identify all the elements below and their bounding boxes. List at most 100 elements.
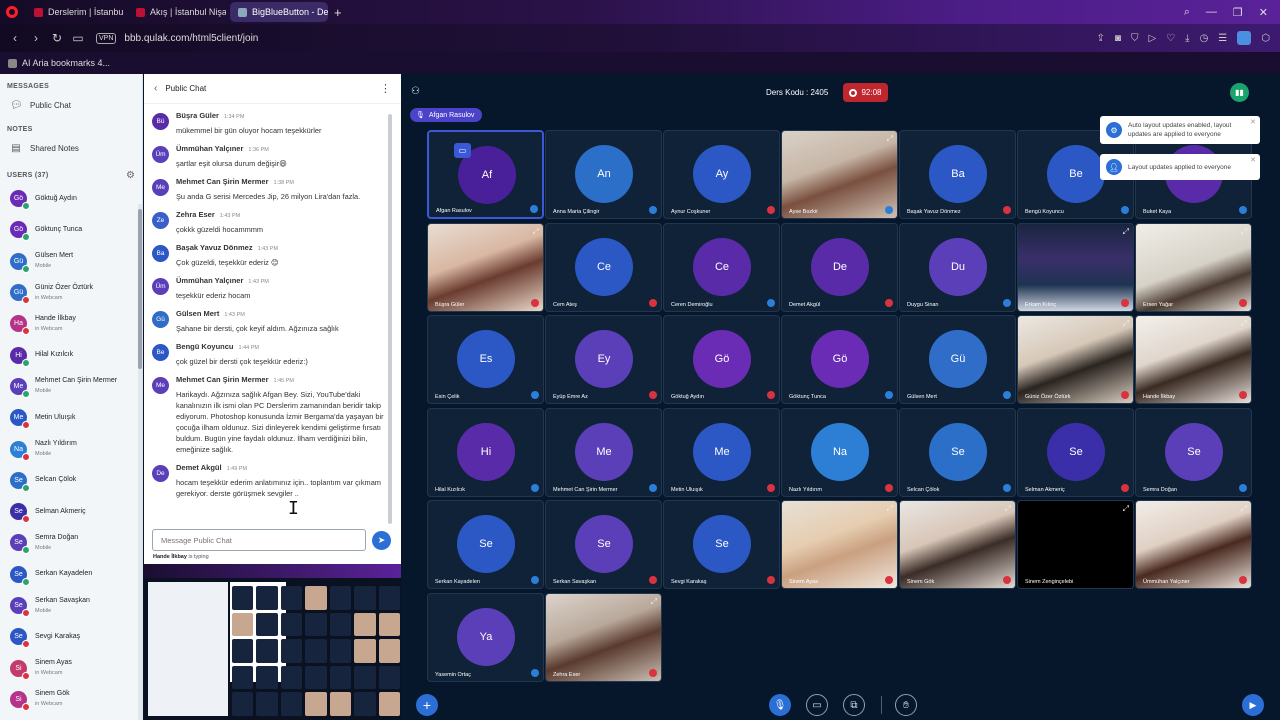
vpn-badge[interactable]: VPN (96, 32, 117, 44)
fullscreen-icon[interactable]: ⤢ (1005, 504, 1011, 514)
more-options-icon[interactable]: ⋮ (380, 82, 391, 95)
snapshot-icon[interactable]: ▭ (72, 31, 84, 45)
screenshare-button[interactable]: ⧉ (843, 694, 865, 716)
video-tile[interactable]: Ba Başak Yavuz Dönmez (899, 130, 1016, 219)
video-tile[interactable]: Af ▭ Afgan Rasulov (427, 130, 544, 219)
video-tile[interactable]: Ya Yasemin Ortaç (427, 592, 544, 682)
history-icon[interactable]: ◷ (1200, 33, 1209, 44)
maximize-icon[interactable]: ❐ (1233, 6, 1243, 19)
close-window-icon[interactable]: ✕ (1259, 6, 1268, 19)
chat-scrollbar[interactable] (388, 114, 392, 524)
user-list-item[interactable]: Gü Güniz Özer Öztürk in Webcam (0, 277, 142, 308)
public-chat-item[interactable]: 💬︎ Public Chat (0, 94, 142, 117)
video-tile[interactable]: Ey Eyüp Emre Az (545, 315, 662, 404)
fullscreen-icon[interactable]: ⤢ (1241, 227, 1247, 237)
video-tile[interactable]: Gö Göktunç Tunca (781, 315, 898, 404)
fullscreen-icon[interactable]: ⤢ (1241, 504, 1247, 514)
video-tile[interactable]: Ay Aynur Coşkuner (663, 130, 780, 219)
video-tile[interactable]: Se Selcan Çölok (899, 407, 1016, 497)
url-field[interactable]: bbb.qulak.com/html5client/join (124, 33, 258, 44)
user-list-item[interactable]: Na Nazlı Yıldırım Mobile (0, 433, 142, 464)
video-tile[interactable]: Gü Gülsen Mert (899, 315, 1016, 404)
video-tile[interactable]: Se Sevgi Karakaş (663, 500, 780, 589)
fullscreen-icon[interactable]: ⤢ (533, 227, 539, 237)
video-tile[interactable]: Se Serkan Savaşkan (545, 500, 662, 589)
video-tile[interactable]: An Anna Maria Çilingir (545, 130, 662, 219)
video-tile[interactable]: Se Semra Doğan (1135, 407, 1252, 497)
download-icon[interactable]: ⤓ (1185, 33, 1189, 44)
search-icon[interactable]: ⌕ (1184, 6, 1190, 19)
fullscreen-icon[interactable]: ⤢ (1123, 227, 1129, 237)
video-tile[interactable]: ⤢ Zehra Eser (545, 592, 662, 682)
user-list-item[interactable]: Se Selcan Çölok (0, 465, 142, 496)
user-list-item[interactable]: Gö Göktuğ Aydın (0, 183, 142, 214)
bookmark-item[interactable]: AI Aria bookmarks 4... (22, 58, 110, 68)
reload-icon[interactable]: ↻ (51, 31, 63, 45)
user-list-toggle-icon[interactable]: ⚇ (411, 86, 420, 97)
video-tile[interactable]: Se Serkan Kayadelen (427, 500, 544, 589)
video-tile[interactable]: Gö Göktuğ Aydın (663, 315, 780, 404)
shared-notes-item[interactable]: ▤ Shared Notes (0, 137, 142, 160)
mute-button[interactable]: 🎙︎ (769, 694, 791, 716)
webcam-button[interactable]: ▭ (806, 694, 828, 716)
video-tile[interactable]: Es Esin Çelik (427, 315, 544, 404)
tab-derslerim[interactable]: Derslerim | İstanbul Nişant... (26, 2, 124, 22)
user-list-item[interactable]: Se Sevgi Karakaş (0, 621, 142, 652)
opera-logo-icon[interactable] (6, 6, 18, 18)
new-tab-icon[interactable]: + (334, 5, 342, 20)
tab-akis[interactable]: Akış | İstanbul Nişantaşı Ü... (128, 2, 226, 22)
video-tile[interactable]: ⤢ Ümmühan Yalçıner (1135, 500, 1252, 589)
forward-icon[interactable]: › (30, 31, 42, 45)
video-tile[interactable]: Se Selman Akmeriç (1017, 407, 1134, 497)
send-button[interactable]: ➤ (372, 531, 391, 550)
fullscreen-icon[interactable]: ⤢ (887, 504, 893, 514)
toast-notification[interactable]: 👤︎ Layout updates applied to everyone ✕ (1100, 154, 1260, 180)
video-tile[interactable]: Du Duygu Sinan (899, 222, 1016, 312)
video-tile[interactable]: ⤢ Sinem Gök (899, 500, 1016, 589)
user-list-item[interactable]: Se Serkan Kayadelen (0, 559, 142, 590)
raise-hand-button[interactable]: ✋︎ (895, 694, 917, 716)
actions-button[interactable]: + (416, 694, 438, 716)
extensions-icon[interactable]: ⬡ (1261, 33, 1270, 44)
user-list-item[interactable]: Me Metin Uluışık (0, 402, 142, 433)
video-tile[interactable]: Me Metin Uluışık (663, 407, 780, 497)
video-tile[interactable]: De Demet Akgül (781, 222, 898, 312)
play-icon[interactable]: ▷ (1148, 33, 1156, 44)
video-tile[interactable]: ⤢ Büşra Güler (427, 222, 544, 312)
chat-message-input[interactable] (152, 529, 366, 551)
gear-icon[interactable]: ⚙ (126, 170, 135, 181)
video-tile[interactable]: ⤢ Ersen Yağar (1135, 222, 1252, 312)
user-list-item[interactable]: Se Selman Akmeriç (0, 496, 142, 527)
video-tile[interactable]: ⤢ Sinem Ayas (781, 500, 898, 589)
fullscreen-icon[interactable]: ⤢ (887, 134, 893, 144)
fullscreen-icon[interactable]: ⤢ (1241, 319, 1247, 329)
video-tile[interactable]: Na Nazlı Yıldırım (781, 407, 898, 497)
video-tile[interactable]: ⤢ Erkam Kılınç (1017, 222, 1134, 312)
camera-icon[interactable]: ◙ (1115, 33, 1121, 44)
user-list-item[interactable]: Si Sinem Ayas in Webcam (0, 652, 142, 683)
user-list-item[interactable]: Ha Hande İlkbay in Webcam (0, 308, 142, 339)
fullscreen-icon[interactable]: ⤢ (651, 597, 657, 607)
connection-status-icon[interactable]: ▮▮ (1230, 83, 1249, 102)
user-list-item[interactable]: Se Serkan Savaşkan Mobile (0, 590, 142, 621)
back-icon[interactable]: ‹ (9, 31, 21, 45)
chat-messages[interactable]: Bü Büşra Güler 1:34 PM mükemmel bir gün o… (144, 110, 401, 524)
fullscreen-icon[interactable]: ⤢ (1123, 319, 1129, 329)
user-list-item[interactable]: Si Sinem Gök in Webcam (0, 684, 142, 715)
video-tile[interactable]: ⤢ Hande İlkbay (1135, 315, 1252, 404)
fullscreen-icon[interactable]: ⤢ (1123, 504, 1129, 514)
video-tile[interactable]: Hi Hilal Kızılcık (427, 407, 544, 497)
minimize-icon[interactable]: — (1206, 6, 1217, 19)
user-list-scroll-thumb[interactable] (138, 209, 142, 369)
toast-notification[interactable]: ⚙ Auto layout updates enabled, layout upd… (1100, 116, 1260, 144)
user-list-item[interactable]: Gü Gülsen Mert Mobile (0, 246, 142, 277)
menu-icon[interactable]: ☰ (1218, 33, 1227, 44)
user-list-item[interactable]: Gö Göktunç Tunca (0, 214, 142, 245)
user-list-item[interactable]: Se Semra Doğan Mobile (0, 527, 142, 558)
recording-indicator[interactable]: 92:08 (843, 83, 888, 102)
back-chevron-icon[interactable]: ‹ (154, 83, 157, 94)
tab-bigbluebutton[interactable]: BigBlueButton - Ders✕ (230, 2, 328, 22)
video-tile[interactable]: Ce Cem Ateş (545, 222, 662, 312)
video-tile[interactable]: ⤢ Güniz Özer Öztürk (1017, 315, 1134, 404)
heart-icon[interactable]: ♡ (1166, 33, 1175, 44)
